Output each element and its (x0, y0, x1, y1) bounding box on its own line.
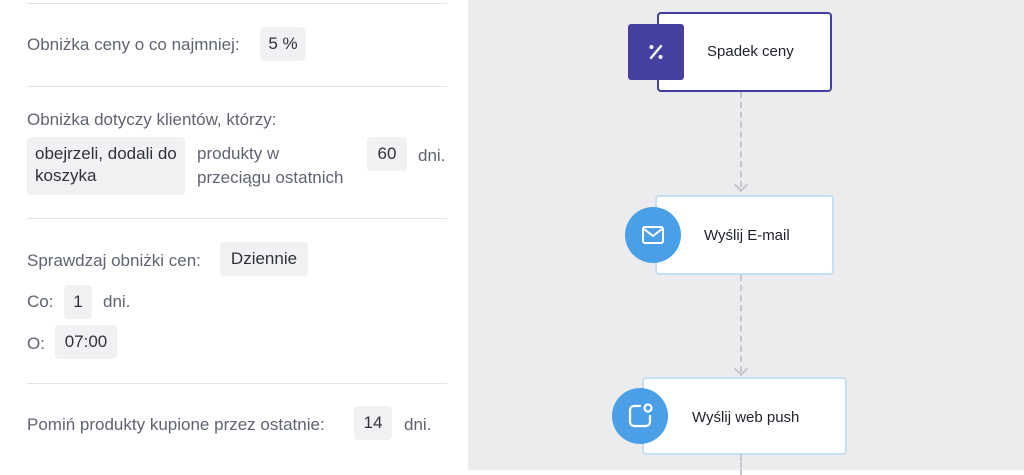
discount-label: Obniżka ceny o co najmniej: (27, 35, 240, 54)
skip-value-field[interactable]: 14 (354, 406, 392, 440)
divider (27, 383, 447, 384)
connector-line (740, 92, 742, 187)
every-unit: dni. (103, 292, 131, 311)
every-value-field[interactable]: 1 (64, 285, 92, 319)
workflow-canvas[interactable]: Spadek ceny Wyślij E-mail Wyślij web pus… (468, 0, 1024, 475)
mail-icon (625, 207, 681, 263)
connector-arrow (733, 361, 749, 377)
check-label: Sprawdzaj obniżki cen: (27, 251, 201, 270)
settings-panel: Obniżka ceny o co najmniej: 5 % Obniżka … (0, 0, 468, 470)
applies-label: Obniżka dotyczy klientów, którzy: (27, 110, 277, 129)
web-push-icon (612, 388, 668, 444)
skip-label: Pomiń produkty kupione przez ostatnie: (27, 415, 325, 434)
at-label: O: (27, 334, 45, 353)
node-send-email[interactable]: Wyślij E-mail (655, 195, 834, 275)
every-label: Co: (27, 292, 54, 311)
behavior-select[interactable]: obejrzeli, dodali do koszyka (27, 137, 185, 195)
days-value-field[interactable]: 60 (367, 137, 407, 171)
days-unit: dni. (418, 146, 446, 165)
percent-icon (628, 24, 684, 80)
check-frequency-select[interactable]: Dziennie (220, 242, 308, 276)
divider (27, 86, 447, 87)
node-title: Wyślij E-mail (704, 227, 790, 244)
discount-value-field[interactable]: 5 % (260, 27, 306, 61)
products-within-label: produkty w przeciągu ostatnich (197, 144, 344, 187)
connector-line (740, 275, 742, 372)
connector-line (740, 455, 742, 475)
node-title: Wyślij web push (692, 409, 800, 426)
skip-unit: dni. (404, 415, 432, 434)
time-field[interactable]: 07:00 (55, 325, 117, 359)
divider (27, 3, 447, 4)
connector-arrow (733, 177, 749, 193)
node-send-web-push[interactable]: Wyślij web push (642, 377, 847, 455)
node-title: Spadek ceny (707, 43, 794, 60)
divider (27, 218, 447, 219)
